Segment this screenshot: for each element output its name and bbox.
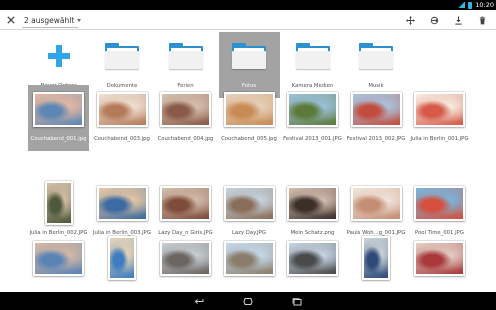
dropdown-underline [22,27,78,28]
folder-icon [295,43,330,69]
item-label: Julia in Berlin_001.JPG [410,136,469,142]
photo-thumbnail [414,91,465,127]
item-thumbnail [93,86,152,132]
home-button[interactable] [237,294,259,308]
photo-thumbnail [287,240,338,276]
item-thumbnail [347,33,406,79]
delete-button[interactable] [474,12,490,28]
photo-thumbnail [287,185,338,221]
item-thumbnail [347,180,406,226]
item-thumbnail [156,180,215,226]
share-link-button[interactable] [426,12,442,28]
folder-icon [168,43,203,69]
photo-thumbnail [33,91,84,127]
back-button[interactable] [188,294,210,308]
status-icons: 10:20 [458,0,494,10]
system-nav-bar [0,292,496,310]
photo-thumbnail [287,91,338,127]
photo-thumbnail [44,181,73,225]
item-thumbnail [220,180,279,226]
item-thumbnail [410,235,469,281]
photo-thumbnail [362,236,390,280]
photo-thumbnail [96,185,148,221]
delete-icon [479,16,485,24]
item-thumbnail [93,180,152,226]
recent-apps-button[interactable] [286,294,308,308]
back-icon [195,298,204,304]
contextual-action-bar: 2 ausgewählt [0,10,496,30]
download-button[interactable] [450,12,466,28]
status-clock: 10:20 [475,1,494,9]
photo-thumbnail [223,240,275,276]
home-icon [243,297,253,305]
close-selection-button[interactable] [4,10,18,30]
download-icon [454,15,462,25]
share-link-icon [430,16,438,24]
plus-icon [47,45,70,67]
item-thumbnail [29,235,88,281]
item-thumbnail [283,180,342,226]
item-thumbnail [283,235,342,281]
file-grid: Neuer OrdnerDokumenteFerienFotosKamera M… [0,30,496,292]
item-thumbnail [29,180,88,226]
item-thumbnail [156,86,215,132]
item-thumbnail [93,33,152,79]
item-thumbnail [156,33,215,79]
folder-icon [232,43,266,69]
item-thumbnail [220,235,279,281]
close-icon [7,16,15,24]
item-thumbnail [29,33,88,79]
photo-thumbnail [414,240,465,276]
photo-thumbnail [223,91,275,127]
photo-thumbnail [160,185,211,221]
item-label: Festival 2013_002.JPG [346,136,406,142]
selection-count-label: 2 ausgewählt [24,15,75,25]
battery-icon [468,1,473,9]
photo-thumbnail [350,91,402,127]
item-thumbnail [156,235,215,281]
item-label: Couchabend_003.jpg [94,136,150,142]
photo-thumbnail [160,240,211,276]
dropdown-caret-icon [77,18,82,22]
photo-thumbnail [350,185,402,221]
folder-icon [359,43,393,69]
item-thumbnail [347,86,406,132]
move-icon [405,15,415,25]
item-thumbnail [283,33,342,79]
recent-apps-icon [292,297,302,305]
photo-thumbnail [414,185,465,221]
photo-thumbnail [33,240,84,276]
item-thumbnail [347,235,406,281]
signal-icon [458,2,466,8]
photo-thumbnail [223,185,275,221]
item-thumbnail [410,86,469,132]
photo-thumbnail [108,236,136,280]
folder-icon [105,43,139,69]
item-label: Couchabend_001.jpg [30,136,87,142]
item-thumbnail [283,86,342,132]
photo-thumbnail [160,91,211,127]
move-button[interactable] [402,12,418,28]
item-thumbnail [410,180,469,226]
item-label: Couchabend_004.jpg [157,136,214,142]
item-thumbnail [93,235,152,281]
item-thumbnail [220,86,279,132]
item-thumbnail [29,86,88,132]
item-thumbnail [220,33,279,79]
status-bar: 10:20 [0,0,496,10]
item-label: Festival 2013_001.JPG [283,136,342,142]
item-label: Couchabend_005.jpg [221,136,277,142]
photo-thumbnail [96,91,148,127]
